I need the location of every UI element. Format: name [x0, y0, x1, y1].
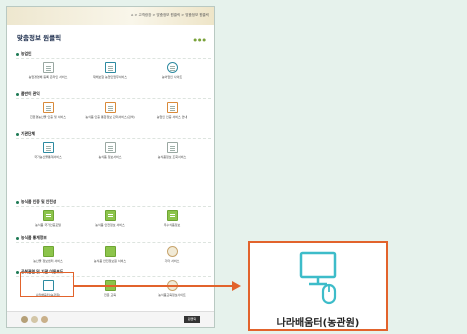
stamp-icon [42, 142, 54, 153]
bottle-icon [166, 62, 178, 73]
service-link[interactable]: 농식품정보 조회서비스 [144, 142, 200, 159]
section-institution: 기관단체 국가농산물통계서비스 농식품 정보서비스 농식품정보 조회서비스 [16, 131, 211, 164]
message-icon [104, 210, 116, 221]
service-label: 농식품 정보서비스 [98, 155, 122, 159]
service-label: 국가농산물통계서비스 [34, 155, 62, 159]
page-footer: 원클릭 [7, 311, 214, 327]
section-title: 품반이 관익 [21, 91, 40, 96]
page-title: 맞춤정보 원클릭 [17, 34, 62, 42]
service-link[interactable]: 농식품 정보서비스 [82, 142, 138, 159]
service-label: 농업경영체 등록 온라인 서비스 [28, 75, 68, 79]
service-link[interactable]: 농산물 정보센터 서비스 [20, 246, 76, 263]
service-label: 재해보험 농업인업무서비스 [92, 75, 128, 79]
monitor-mouse-icon [299, 251, 337, 305]
breadcrumb: ⌂ > 고객광장 > 맞춤정보 원클릭 > 맞춤정보 원클릭 [131, 13, 209, 17]
form-icon [166, 102, 178, 113]
service-link[interactable]: 농식품 국가인증포털 [20, 210, 76, 227]
bubble-icon [166, 210, 178, 221]
callout-arrow [74, 285, 234, 287]
section-title: 농식품 통계정보 [21, 235, 47, 240]
service-link[interactable]: 기타 서비스 [144, 246, 200, 263]
bullet-icon [16, 92, 19, 96]
service-label: 농식품 안전정보원 서비스 [93, 259, 127, 263]
service-link[interactable]: 농식품교육정보사이트 [144, 280, 200, 297]
arrow-head-icon [232, 281, 241, 291]
section-title: 기관단체 [21, 131, 35, 136]
chat-icon [42, 210, 54, 221]
section-title: 농업인 [21, 51, 32, 56]
section-certification: 농식품 인증 및 안전성 농식품 국가인증포털 농식품 안전정보 서비스 우수식… [16, 199, 211, 232]
bullet-icon [16, 52, 19, 56]
service-label: 농식품교육정보사이트 [158, 293, 186, 297]
ledger-icon [104, 142, 116, 153]
section-farmer: 농업인 농업경영체 등록 온라인 서비스 재해보험 농업인업무서비스 농어업인 … [16, 51, 211, 84]
service-link[interactable]: 농식품 안전정보원 서비스 [82, 246, 138, 263]
footer-button[interactable]: 원클릭 [184, 316, 200, 323]
service-link[interactable]: 농업인 인증 서비스 안내 [144, 102, 200, 119]
highlight-box [20, 272, 74, 297]
service-label: 우수식품정보 [163, 223, 181, 227]
medal-icon [166, 246, 178, 257]
logo-icon [31, 316, 38, 323]
chart-icon [104, 246, 116, 257]
logo-icon [41, 316, 48, 323]
service-label: 전문 교육 [104, 293, 116, 297]
service-label: 농업인 인증 서비스 안내 [156, 115, 188, 119]
zoom-callout: 나라배움터(농관원) [248, 241, 388, 331]
service-link[interactable]: 친환경농산물 인증 및 서비스 [20, 102, 76, 119]
checklist-icon [104, 102, 116, 113]
section-statistics: 농식품 통계정보 농산물 정보센터 서비스 농식품 안전정보원 서비스 기타 서… [16, 235, 211, 268]
bullet-icon [16, 236, 19, 240]
service-link[interactable]: 전문 교육 [82, 280, 138, 297]
service-link[interactable]: 농업경영체 등록 온라인 서비스 [20, 62, 76, 79]
zoom-label: 나라배움터(농관원) [276, 318, 360, 329]
section-products: 품반이 관익 친환경농산물 인증 및 서비스 농식품 인증 통합정보 관리서비스… [16, 91, 211, 124]
service-label: 기타 서비스 [164, 259, 180, 263]
document-icon [42, 62, 54, 73]
report-icon [104, 62, 116, 73]
service-label: 농식품 인증 통합정보 관리서비스(검색) [85, 115, 135, 119]
bullet-icon [16, 132, 19, 136]
list-icon [166, 142, 178, 153]
logo-icon [21, 316, 28, 323]
service-label: 농산물 정보센터 서비스 [33, 259, 63, 263]
chart-icon [42, 246, 54, 257]
service-label: 농식품 안전정보 서비스 [95, 223, 125, 227]
service-label: 농어업인 사이트 [161, 75, 183, 79]
service-link[interactable]: 국가농산물통계서비스 [20, 142, 76, 159]
service-label: 농식품 국가인증포털 [35, 223, 61, 227]
service-link[interactable]: 농식품 인증 통합정보 관리서비스(검색) [82, 102, 138, 119]
service-link[interactable]: 농어업인 사이트 [144, 62, 200, 79]
certificate-icon [42, 102, 54, 113]
service-link[interactable]: 재해보험 농업인업무서비스 [82, 62, 138, 79]
pager-dots-icon: ●●● [193, 37, 207, 42]
service-label: 친환경농산물 인증 및 서비스 [30, 115, 66, 119]
header-banner: ⌂ > 고객광장 > 맞춤정보 원클릭 > 맞춤정보 원클릭 [7, 7, 214, 25]
bullet-icon [16, 270, 19, 274]
service-link[interactable]: 우수식품정보 [144, 210, 200, 227]
section-title: 농식품 인증 및 안전성 [21, 199, 57, 204]
service-label: 농식품정보 조회서비스 [157, 155, 187, 159]
service-link[interactable]: 농식품 안전정보 서비스 [82, 210, 138, 227]
bullet-icon [16, 200, 19, 204]
